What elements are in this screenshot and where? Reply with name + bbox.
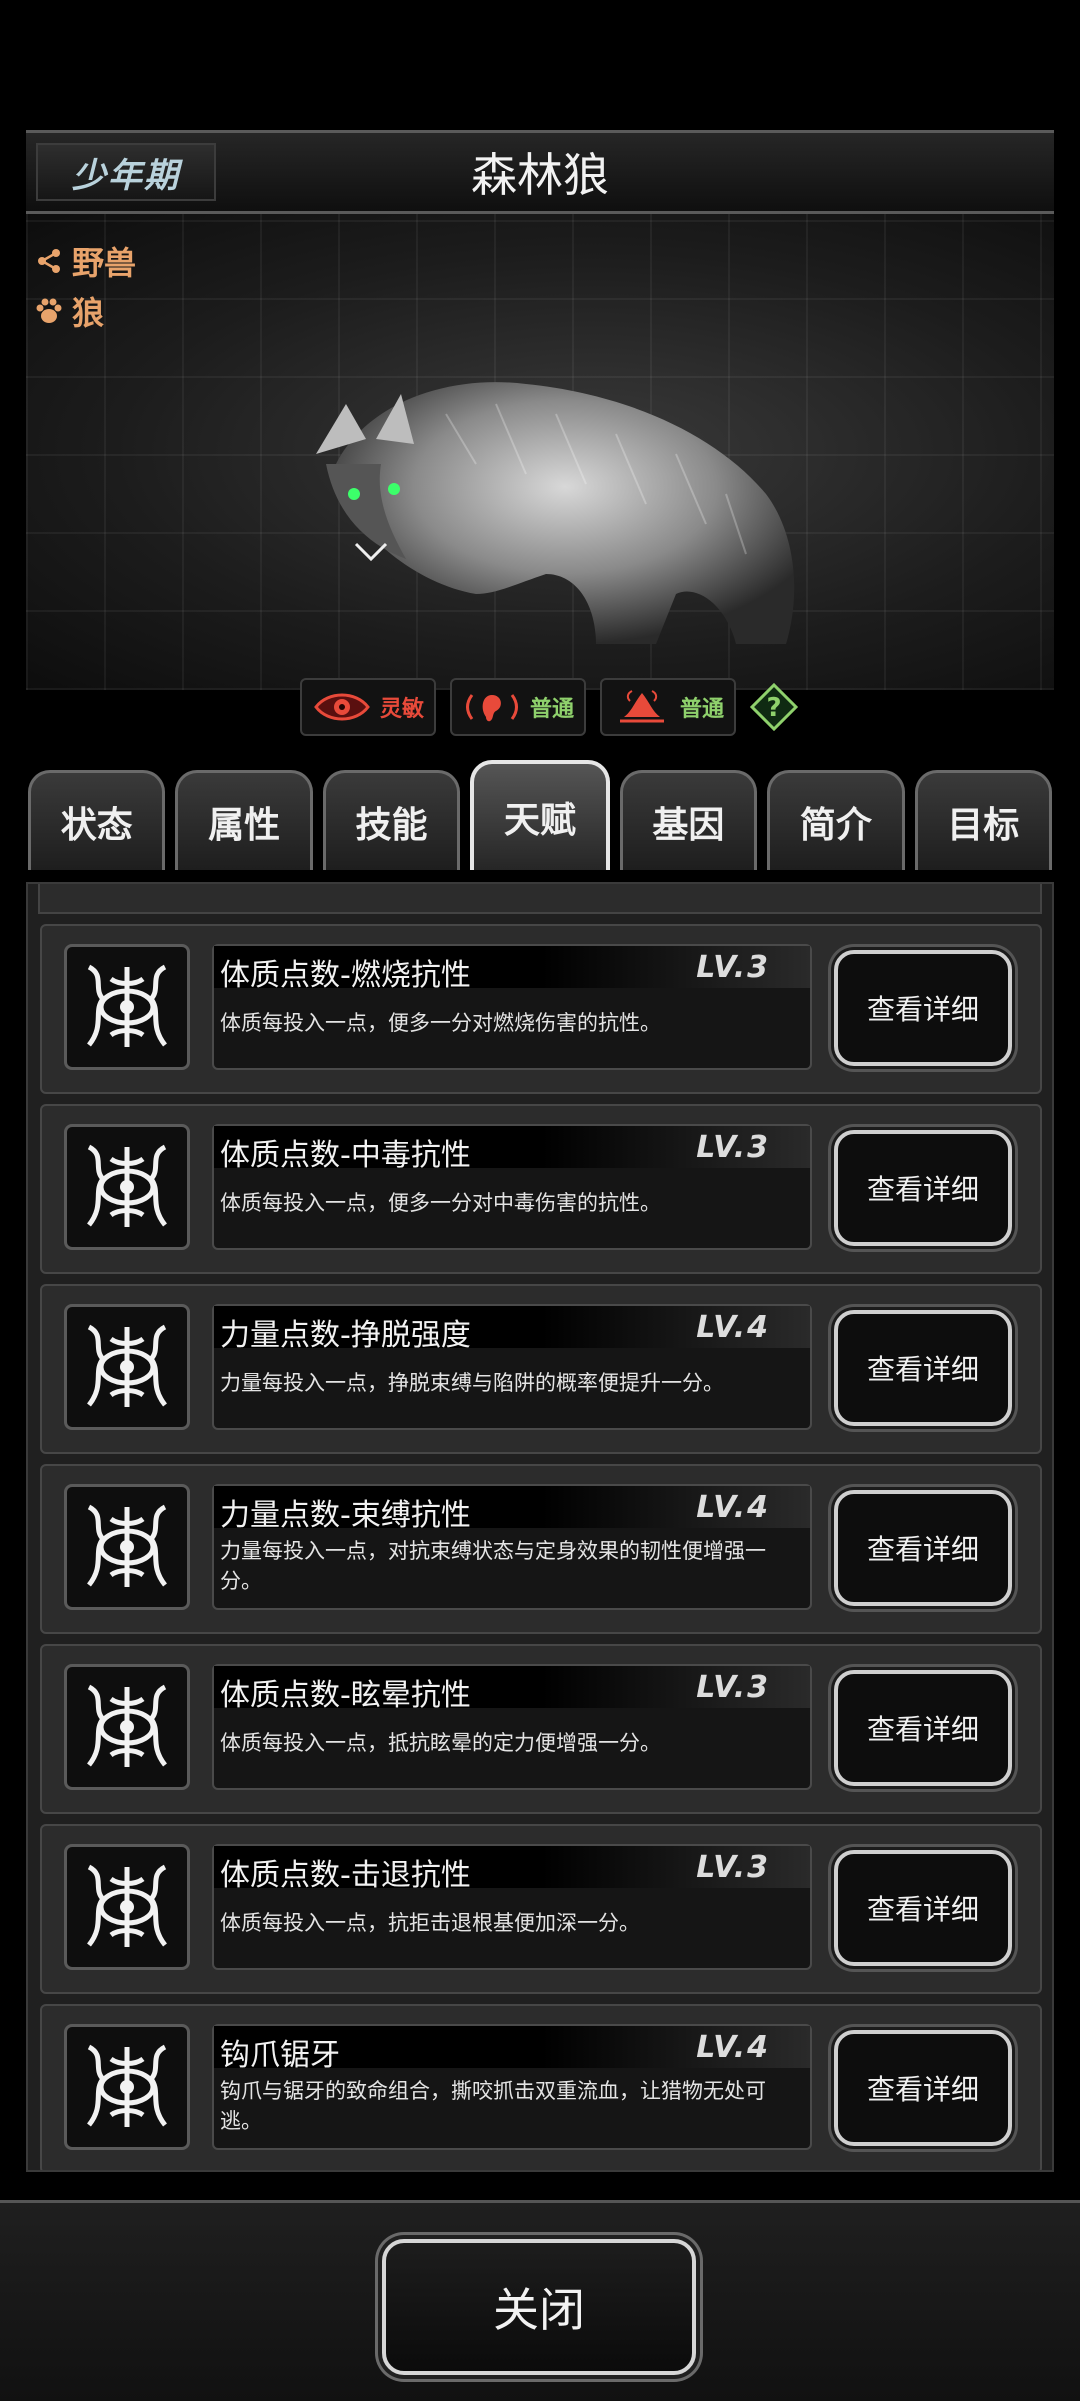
talent-level: LV.3 [696, 950, 770, 985]
talent-info: 体质点数-燃烧抗性 LV.3 体质每投入一点，便多一分对燃烧伤害的抗性。 [212, 944, 812, 1070]
bottom-bar: 关闭 [0, 2200, 1080, 2401]
talent-level: LV.4 [696, 2030, 770, 2065]
talent-level: LV.3 [696, 1670, 770, 1705]
talent-info: 体质点数-眩晕抗性 LV.3 体质每投入一点，抵抗眩晕的定力便增强一分。 [212, 1664, 812, 1790]
talent-info: 体质点数-中毒抗性 LV.3 体质每投入一点，便多一分对中毒伤害的抗性。 [212, 1124, 812, 1250]
view-details-button[interactable]: 查看详细 [834, 1670, 1012, 1786]
talent-card: 体质点数-击退抗性 LV.3 体质每投入一点，抗拒击退根基便加深一分。 查看详细 [40, 1824, 1042, 1994]
talent-name: 力量点数-束缚抗性 [220, 1498, 471, 1533]
wolf-illustration [316, 382, 795, 644]
talent-card: 钩爪锯牙 LV.4 钩爪与锯牙的致命组合，撕咬抓击双重流血，让猎物无处可逃。 查… [40, 2004, 1042, 2170]
talent-description: 钩爪与锯牙的致命组合，撕咬抓击双重流血，让猎物无处可逃。 [220, 2079, 766, 2133]
trait-sight-label: 灵敏 [380, 697, 425, 722]
help-icon[interactable]: ? [750, 683, 799, 731]
smell-icon [620, 690, 665, 723]
talent-card: 力量点数-束缚抗性 LV.4 力量每投入一点，对抗束缚状态与定身效果的韧性便增强… [40, 1464, 1042, 1634]
talent-name: 力量点数-挣脱强度 [220, 1318, 471, 1353]
view-details-button[interactable]: 查看详细 [834, 950, 1012, 1066]
talent-rune-icon [64, 1484, 190, 1610]
talent-level: LV.3 [696, 1850, 770, 1885]
tab-talents[interactable]: 天赋 [470, 760, 610, 870]
tab-genes[interactable]: 基因 [619, 770, 758, 870]
tab-bar: 状态 属性 技能 天赋 基因 简介 目标 [28, 760, 1052, 870]
list-scroll-edge [38, 884, 1042, 914]
talent-description: 体质每投入一点，便多一分对中毒伤害的抗性。 [220, 1191, 661, 1215]
talent-rune-icon [64, 1844, 190, 1970]
eye-icon [314, 693, 370, 721]
talent-name: 体质点数-中毒抗性 [220, 1138, 471, 1173]
title-bar: 少年期 森林狼 [26, 130, 1054, 214]
talent-level: LV.4 [696, 1310, 770, 1345]
trait-sight[interactable]: 灵敏 [300, 678, 437, 736]
talent-description: 体质每投入一点，便多一分对燃烧伤害的抗性。 [220, 1011, 661, 1035]
talent-level: LV.4 [696, 1490, 770, 1525]
talent-info: 体质点数-击退抗性 LV.3 体质每投入一点，抗拒击退根基便加深一分。 [212, 1844, 812, 1970]
talent-card: 体质点数-中毒抗性 LV.3 体质每投入一点，便多一分对中毒伤害的抗性。 查看详… [40, 1104, 1042, 1274]
trait-hearing[interactable]: 普通 [450, 678, 587, 736]
talent-card: 体质点数-眩晕抗性 LV.3 体质每投入一点，抵抗眩晕的定力便增强一分。 查看详… [40, 1644, 1042, 1814]
talent-rune-icon [64, 1304, 190, 1430]
creature-name: 森林狼 [471, 148, 609, 202]
talent-card: 体质点数-燃烧抗性 LV.3 体质每投入一点，便多一分对燃烧伤害的抗性。 查看详… [40, 924, 1042, 1094]
tag-species: 狼 [34, 288, 104, 334]
talent-rune-icon [64, 944, 190, 1070]
tag-label: 狼 [72, 294, 105, 332]
trait-hearing-label: 普通 [530, 697, 575, 722]
talent-info: 力量点数-挣脱强度 LV.4 力量每投入一点，挣脱束缚与陷阱的概率便提升一分。 [212, 1304, 812, 1430]
talent-info: 钩爪锯牙 LV.4 钩爪与锯牙的致命组合，撕咬抓击双重流血，让猎物无处可逃。 [212, 2024, 812, 2150]
trait-smell-label: 普通 [680, 697, 725, 722]
close-button[interactable]: 关闭 [382, 2239, 696, 2375]
tab-skills[interactable]: 技能 [322, 770, 461, 870]
view-details-button[interactable]: 查看详细 [834, 1310, 1012, 1426]
tag-category: 野兽 [34, 238, 136, 284]
ear-icon [466, 694, 519, 722]
talent-rune-icon [64, 2024, 190, 2150]
tab-intro[interactable]: 简介 [767, 770, 905, 870]
talent-screen: 少年期 森林狼 野兽 狼 灵敏 普通 普通 ? 状态 属性 技能 天赋 基因 简… [0, 0, 1080, 2401]
talent-name: 体质点数-燃烧抗性 [220, 958, 471, 993]
tab-status[interactable]: 状态 [28, 770, 166, 870]
tab-goals[interactable]: 目标 [914, 770, 1052, 870]
trait-smell[interactable]: 普通 [600, 678, 737, 736]
tag-label: 野兽 [72, 244, 137, 282]
talent-name: 体质点数-击退抗性 [220, 1858, 471, 1893]
talent-level: LV.3 [696, 1130, 770, 1165]
talent-name: 体质点数-眩晕抗性 [220, 1678, 471, 1713]
paw-icon [34, 296, 64, 326]
share-node-icon [34, 246, 64, 276]
help-label: ? [767, 693, 782, 723]
talent-info: 力量点数-束缚抗性 LV.4 力量每投入一点，对抗束缚状态与定身效果的韧性便增强… [212, 1484, 812, 1610]
talent-list[interactable]: 体质点数-燃烧抗性 LV.3 体质每投入一点，便多一分对燃烧伤害的抗性。 查看详… [26, 882, 1054, 2172]
talent-rune-icon [64, 1664, 190, 1790]
view-details-button[interactable]: 查看详细 [834, 1850, 1012, 1966]
talent-description: 体质每投入一点，抗拒击退根基便加深一分。 [220, 1911, 640, 1935]
talent-card: 力量点数-挣脱强度 LV.4 力量每投入一点，挣脱束缚与陷阱的概率便提升一分。 … [40, 1284, 1042, 1454]
talent-description: 力量每投入一点，对抗束缚状态与定身效果的韧性便增强一分。 [220, 1539, 766, 1593]
view-details-button[interactable]: 查看详细 [834, 1490, 1012, 1606]
talent-description: 体质每投入一点，抵抗眩晕的定力便增强一分。 [220, 1731, 661, 1755]
tab-attributes[interactable]: 属性 [175, 770, 313, 870]
talent-name: 钩爪锯牙 [220, 2038, 340, 2073]
sense-traits: 灵敏 普通 普通 ? [300, 678, 799, 736]
view-details-button[interactable]: 查看详细 [834, 1130, 1012, 1246]
creature-portrait: 野兽 狼 [26, 214, 1054, 690]
view-details-button[interactable]: 查看详细 [834, 2030, 1012, 2146]
talent-rune-icon [64, 1124, 190, 1250]
talent-description: 力量每投入一点，挣脱束缚与陷阱的概率便提升一分。 [220, 1371, 724, 1395]
